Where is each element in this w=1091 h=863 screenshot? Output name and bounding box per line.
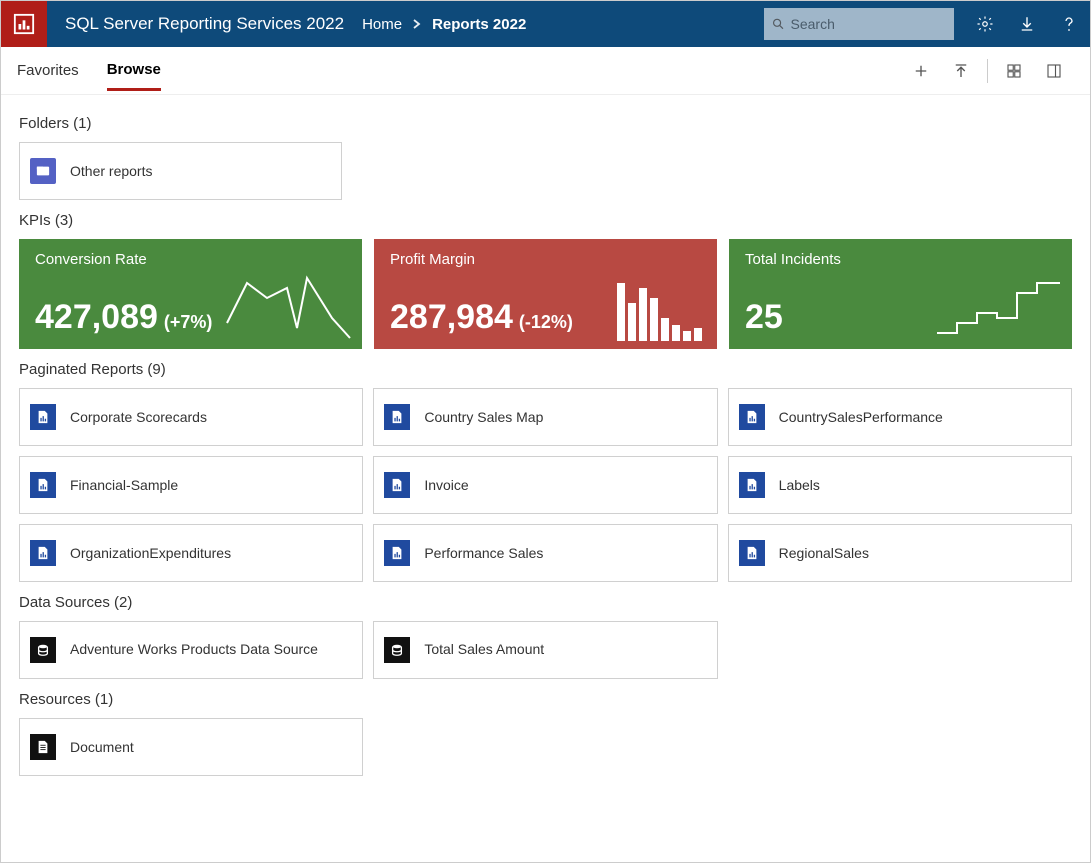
report-label: OrganizationExpenditures (70, 545, 231, 561)
header-bar: SQL Server Reporting Services 2022 Home … (1, 1, 1090, 47)
report-icon (739, 472, 765, 498)
data-sources-grid: Adventure Works Products Data Source Tota… (19, 621, 1072, 679)
data-source-item[interactable]: Adventure Works Products Data Source (19, 621, 363, 679)
kpi-delta: (+7%) (164, 312, 213, 333)
resources-section-title: Resources (1) (19, 691, 1072, 708)
kpi-value: 25 (745, 298, 783, 337)
folder-label: Other reports (70, 163, 152, 179)
report-item[interactable]: Corporate Scorecards (19, 388, 363, 446)
kpi-profit-margin[interactable]: Profit Margin 287,984 (-12%) (374, 239, 717, 349)
plus-icon (912, 62, 930, 80)
help-button[interactable] (1048, 1, 1090, 47)
report-item[interactable]: CountrySalesPerformance (728, 388, 1072, 446)
report-item[interactable]: Financial-Sample (19, 456, 363, 514)
search-icon (772, 17, 785, 31)
data-source-label: Total Sales Amount (424, 641, 544, 659)
data-source-label: Adventure Works Products Data Source (70, 641, 318, 659)
kpi-delta: (-12%) (519, 312, 573, 333)
tabbar: Favorites Browse (1, 47, 1090, 95)
report-item[interactable]: RegionalSales (728, 524, 1072, 582)
report-icon (384, 472, 410, 498)
help-icon (1060, 15, 1078, 33)
upload-icon (952, 62, 970, 80)
report-icon (384, 404, 410, 430)
gear-icon (976, 15, 994, 33)
folders-section-title: Folders (1) (19, 115, 1072, 132)
database-icon (384, 637, 410, 663)
upload-button[interactable] (941, 51, 981, 91)
resource-label: Document (70, 739, 134, 755)
content-area: Folders (1) Other reports KPIs (3) Conve… (1, 95, 1090, 794)
data-sources-section-title: Data Sources (2) (19, 594, 1072, 611)
kpi-total-incidents[interactable]: Total Incidents 25 (729, 239, 1072, 349)
report-label: Invoice (424, 477, 468, 493)
toolbar (901, 51, 1074, 91)
settings-button[interactable] (964, 1, 1006, 47)
report-icon (30, 472, 56, 498)
download-icon (1018, 15, 1036, 33)
chart-icon (13, 13, 35, 35)
report-label: Performance Sales (424, 545, 543, 561)
tiles-icon (1005, 62, 1023, 80)
tab-browse[interactable]: Browse (107, 51, 161, 91)
chevron-right-icon (412, 16, 422, 33)
kpi-value: 287,984 (390, 298, 513, 337)
breadcrumb-current: Reports 2022 (432, 16, 526, 33)
tab-favorites[interactable]: Favorites (17, 52, 79, 89)
reports-section-title: Paginated Reports (9) (19, 361, 1072, 378)
app-logo[interactable] (1, 1, 47, 47)
report-label: CountrySalesPerformance (779, 409, 943, 425)
kpi-value: 427,089 (35, 298, 158, 337)
kpis-section-title: KPIs (3) (19, 212, 1072, 229)
search-box[interactable] (764, 8, 954, 40)
sparkline-icon (222, 263, 352, 343)
report-icon (30, 404, 56, 430)
report-label: Country Sales Map (424, 409, 543, 425)
breadcrumb: Home Reports 2022 (362, 16, 526, 33)
report-icon (384, 540, 410, 566)
report-label: Corporate Scorecards (70, 409, 207, 425)
sparksteps-icon (932, 263, 1062, 343)
search-input[interactable] (791, 16, 946, 32)
report-item[interactable]: Country Sales Map (373, 388, 717, 446)
folder-item[interactable]: Other reports (19, 142, 342, 200)
document-icon (30, 734, 56, 760)
report-item[interactable]: Invoice (373, 456, 717, 514)
kpi-row: Conversion Rate 427,089 (+7%) Profit Mar… (19, 239, 1072, 349)
resource-item[interactable]: Document (19, 718, 363, 776)
details-view-button[interactable] (1034, 51, 1074, 91)
detail-pane-icon (1045, 62, 1063, 80)
reports-grid: Corporate Scorecards Country Sales Map Cou… (19, 388, 1072, 582)
report-item[interactable]: Performance Sales (373, 524, 717, 582)
tiles-view-button[interactable] (994, 51, 1034, 91)
header-icons (964, 1, 1090, 47)
breadcrumb-home[interactable]: Home (362, 16, 402, 33)
report-icon (739, 404, 765, 430)
sparkbars-icon (577, 263, 707, 343)
report-item[interactable]: OrganizationExpenditures (19, 524, 363, 582)
kpi-conversion-rate[interactable]: Conversion Rate 427,089 (+7%) (19, 239, 362, 349)
app-title: SQL Server Reporting Services 2022 (47, 14, 362, 34)
report-label: Labels (779, 477, 820, 493)
toolbar-separator (987, 59, 988, 83)
report-label: Financial-Sample (70, 477, 178, 493)
report-icon (739, 540, 765, 566)
resources-grid: Document (19, 718, 1072, 776)
folder-icon (30, 158, 56, 184)
report-item[interactable]: Labels (728, 456, 1072, 514)
report-label: RegionalSales (779, 545, 869, 561)
new-button[interactable] (901, 51, 941, 91)
database-icon (30, 637, 56, 663)
data-source-item[interactable]: Total Sales Amount (373, 621, 717, 679)
download-button[interactable] (1006, 1, 1048, 47)
report-icon (30, 540, 56, 566)
